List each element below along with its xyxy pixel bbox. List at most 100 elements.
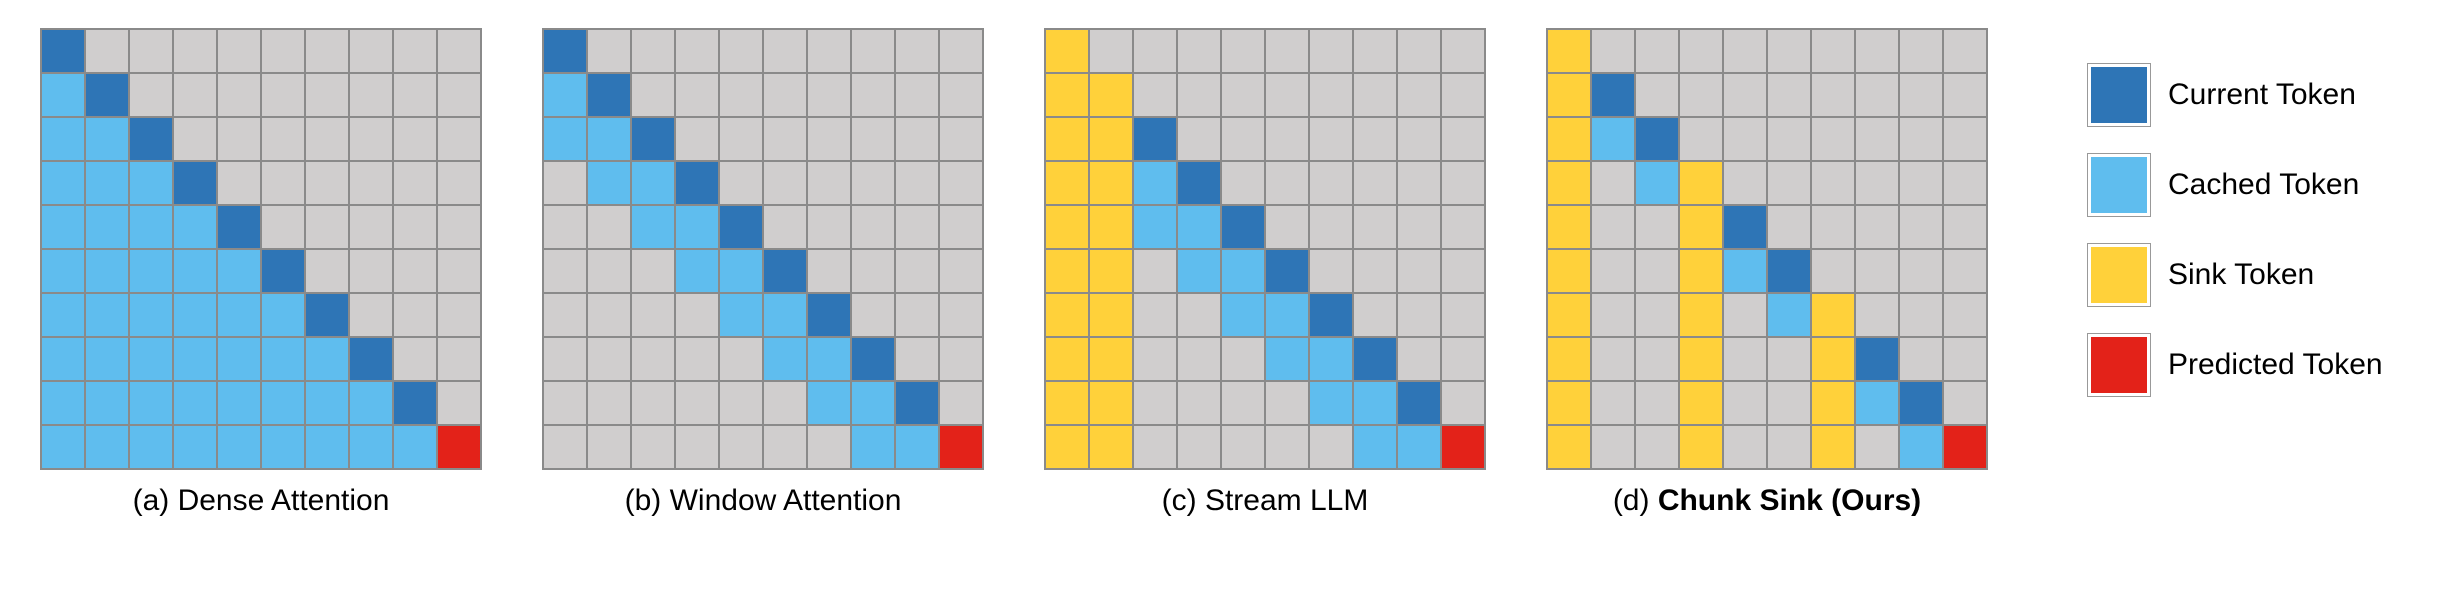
cell bbox=[1133, 381, 1177, 425]
cell bbox=[1723, 205, 1767, 249]
cell bbox=[1547, 161, 1591, 205]
cell bbox=[1811, 117, 1855, 161]
cell bbox=[1855, 337, 1899, 381]
cell bbox=[1591, 293, 1635, 337]
cell bbox=[543, 117, 587, 161]
cell bbox=[1353, 249, 1397, 293]
cell bbox=[1309, 117, 1353, 161]
cell bbox=[895, 425, 939, 469]
panel-chunksink: (d) Chunk Sink (Ours) bbox=[1546, 28, 1988, 518]
cell bbox=[719, 293, 763, 337]
cell bbox=[1221, 29, 1265, 73]
cell bbox=[1767, 73, 1811, 117]
cell bbox=[1441, 161, 1485, 205]
cell bbox=[543, 29, 587, 73]
cell bbox=[41, 249, 85, 293]
cell bbox=[1221, 381, 1265, 425]
cell bbox=[587, 293, 631, 337]
cell bbox=[631, 249, 675, 293]
cell bbox=[1353, 29, 1397, 73]
cell bbox=[1591, 161, 1635, 205]
cell bbox=[1899, 205, 1943, 249]
cell bbox=[393, 29, 437, 73]
cell bbox=[543, 161, 587, 205]
cell bbox=[1309, 381, 1353, 425]
cell bbox=[807, 161, 851, 205]
cell bbox=[437, 425, 481, 469]
cell bbox=[1177, 425, 1221, 469]
cell bbox=[1265, 337, 1309, 381]
cell bbox=[85, 249, 129, 293]
cell bbox=[851, 381, 895, 425]
cell bbox=[1547, 73, 1591, 117]
cell bbox=[173, 293, 217, 337]
cell bbox=[1133, 337, 1177, 381]
cell bbox=[1723, 425, 1767, 469]
cell bbox=[1547, 293, 1591, 337]
cell bbox=[1177, 337, 1221, 381]
cell bbox=[587, 161, 631, 205]
cell bbox=[1045, 73, 1089, 117]
cell bbox=[675, 337, 719, 381]
cell bbox=[173, 73, 217, 117]
cell bbox=[851, 117, 895, 161]
cell bbox=[719, 161, 763, 205]
cell bbox=[543, 337, 587, 381]
cell bbox=[1635, 425, 1679, 469]
cell bbox=[1177, 293, 1221, 337]
cell bbox=[587, 425, 631, 469]
cell bbox=[1679, 205, 1723, 249]
cell bbox=[1547, 117, 1591, 161]
legend-item-cached: Cached Token bbox=[2088, 154, 2383, 216]
cell bbox=[1547, 29, 1591, 73]
cell bbox=[1723, 117, 1767, 161]
cell bbox=[1635, 337, 1679, 381]
cell bbox=[1899, 161, 1943, 205]
legend-label-predicted: Predicted Token bbox=[2168, 348, 2383, 382]
cell bbox=[1591, 73, 1635, 117]
cell bbox=[1679, 293, 1723, 337]
cell bbox=[1045, 293, 1089, 337]
cell bbox=[1679, 73, 1723, 117]
legend-label-cached: Cached Token bbox=[2168, 168, 2359, 202]
cell bbox=[939, 73, 983, 117]
cell bbox=[305, 249, 349, 293]
cell bbox=[1353, 381, 1397, 425]
cell bbox=[631, 337, 675, 381]
cell bbox=[543, 73, 587, 117]
cell bbox=[437, 117, 481, 161]
grid-chunksink bbox=[1546, 28, 1988, 470]
cell bbox=[1811, 73, 1855, 117]
swatch-sink-token bbox=[2088, 244, 2150, 306]
cell bbox=[1811, 425, 1855, 469]
cell bbox=[1309, 293, 1353, 337]
cell bbox=[1855, 293, 1899, 337]
cell bbox=[129, 249, 173, 293]
cell bbox=[1353, 73, 1397, 117]
cell bbox=[173, 249, 217, 293]
cell bbox=[587, 381, 631, 425]
cell bbox=[895, 117, 939, 161]
cell bbox=[393, 249, 437, 293]
cell bbox=[85, 161, 129, 205]
cell bbox=[173, 381, 217, 425]
cell bbox=[305, 293, 349, 337]
cell bbox=[1679, 117, 1723, 161]
cell bbox=[393, 117, 437, 161]
grid-window bbox=[542, 28, 984, 470]
cell bbox=[1045, 161, 1089, 205]
cell bbox=[393, 293, 437, 337]
cell bbox=[1177, 381, 1221, 425]
cell bbox=[1045, 205, 1089, 249]
cell bbox=[173, 337, 217, 381]
cell bbox=[1397, 381, 1441, 425]
cell bbox=[587, 337, 631, 381]
caption-streamllm: (c) Stream LLM bbox=[1162, 484, 1369, 518]
cell bbox=[1635, 117, 1679, 161]
cell bbox=[1899, 381, 1943, 425]
cell bbox=[217, 73, 261, 117]
cell bbox=[349, 425, 393, 469]
cell bbox=[1811, 293, 1855, 337]
cell bbox=[349, 205, 393, 249]
caption-dense: (a) Dense Attention bbox=[133, 484, 390, 518]
